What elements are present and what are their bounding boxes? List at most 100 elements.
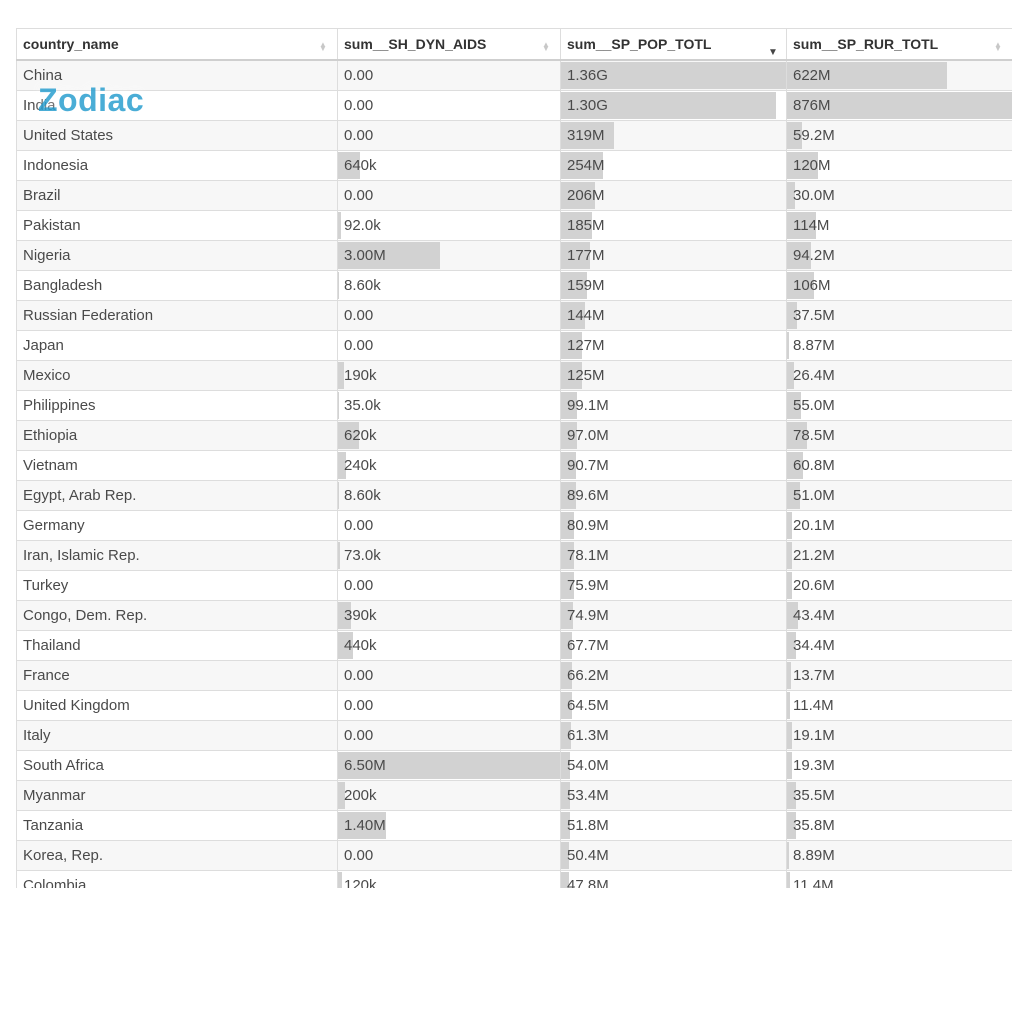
cell-value: Germany bbox=[23, 517, 85, 534]
table-row: Colombia 120k 47.8M 11.4M bbox=[16, 870, 1012, 888]
rural-population-cell: 51.0M bbox=[786, 480, 1012, 511]
cell-value: 19.3M bbox=[793, 757, 835, 774]
cell-value: 53.4M bbox=[567, 787, 609, 804]
cell-value: 30.0M bbox=[793, 187, 835, 204]
cell-value: 125M bbox=[567, 367, 605, 384]
cell-value: 99.1M bbox=[567, 397, 609, 414]
cell-value: Tanzania bbox=[23, 817, 84, 834]
cell-value: Korea, Rep. bbox=[23, 847, 104, 864]
header-row: country_name ▲ ▼ sum__SH_DYN_AIDS ▲ ▼ sum_… bbox=[16, 28, 1012, 61]
cell-value: 622M bbox=[793, 67, 831, 84]
country-name-cell: Thailand bbox=[16, 630, 338, 661]
sort-both-icon[interactable]: ▲ ▼ bbox=[994, 41, 1002, 53]
population-cell: 319M bbox=[560, 120, 787, 151]
country-name-cell: Turkey bbox=[16, 570, 338, 601]
rural-population-cell: 876M bbox=[786, 90, 1012, 121]
column-header-label: sum__SH_DYN_AIDS bbox=[344, 36, 487, 52]
population-cell: 47.8M bbox=[560, 870, 787, 888]
cell-value: 120M bbox=[793, 157, 831, 174]
rural-population-cell: 19.3M bbox=[786, 750, 1012, 781]
cell-value: 50.4M bbox=[567, 847, 609, 864]
cell-value: 73.0k bbox=[344, 547, 381, 564]
rural-population-cell: 11.4M bbox=[786, 690, 1012, 721]
data-table-container[interactable]: country_name ▲ ▼ sum__SH_DYN_AIDS ▲ ▼ sum_… bbox=[16, 28, 1012, 888]
cell-value: 200k bbox=[344, 787, 377, 804]
cell-value: 177M bbox=[567, 247, 605, 264]
aids-cell: 35.0k bbox=[337, 390, 561, 421]
rural-population-cell: 19.1M bbox=[786, 720, 1012, 751]
table-row: South Africa 6.50M 54.0M 19.3M bbox=[16, 750, 1012, 781]
country-name-cell: Philippines bbox=[16, 390, 338, 421]
rural-population-cell: 37.5M bbox=[786, 300, 1012, 331]
population-cell: 67.7M bbox=[560, 630, 787, 661]
aids-cell: 440k bbox=[337, 630, 561, 661]
cell-value: 120k bbox=[344, 877, 377, 888]
cell-value: 114M bbox=[793, 217, 830, 234]
cell-value: 35.8M bbox=[793, 817, 835, 834]
rural-population-cell: 35.5M bbox=[786, 780, 1012, 811]
column-header-sum-sp-pop-totl[interactable]: sum__SP_POP_TOTL ▼ bbox=[560, 28, 787, 61]
population-cell: 64.5M bbox=[560, 690, 787, 721]
cell-value: 3.00M bbox=[344, 247, 386, 264]
column-header-sum-sh-dyn-aids[interactable]: sum__SH_DYN_AIDS ▲ ▼ bbox=[337, 28, 561, 61]
country-name-cell: Tanzania bbox=[16, 810, 338, 841]
cell-value: 92.0k bbox=[344, 217, 381, 234]
rural-population-cell: 20.1M bbox=[786, 510, 1012, 541]
country-name-cell: Italy bbox=[16, 720, 338, 751]
column-header-country-name[interactable]: country_name ▲ ▼ bbox=[16, 28, 338, 61]
aids-cell: 240k bbox=[337, 450, 561, 481]
rural-population-cell: 35.8M bbox=[786, 810, 1012, 841]
sort-both-icon[interactable]: ▲ ▼ bbox=[319, 41, 327, 53]
table-row: Philippines 35.0k 99.1M 55.0M bbox=[16, 390, 1012, 421]
population-cell: 90.7M bbox=[560, 450, 787, 481]
population-cell: 185M bbox=[560, 210, 787, 241]
cell-value: 94.2M bbox=[793, 247, 835, 264]
aids-cell: 620k bbox=[337, 420, 561, 451]
country-name-cell: France bbox=[16, 660, 338, 691]
table-row: Thailand 440k 67.7M 34.4M bbox=[16, 630, 1012, 661]
country-name-cell: Russian Federation bbox=[16, 300, 338, 331]
aids-cell: 0.00 bbox=[337, 59, 561, 91]
table-row: Italy 0.00 61.3M 19.1M bbox=[16, 720, 1012, 751]
table-row: United States 0.00 319M 59.2M bbox=[16, 120, 1012, 151]
country-name-cell: Congo, Dem. Rep. bbox=[16, 600, 338, 631]
table-header: country_name ▲ ▼ sum__SH_DYN_AIDS ▲ ▼ sum_… bbox=[16, 28, 1012, 61]
population-cell: 99.1M bbox=[560, 390, 787, 421]
aids-cell: 190k bbox=[337, 360, 561, 391]
cell-value: 0.00 bbox=[344, 697, 374, 714]
column-header-sum-sp-rur-totl[interactable]: sum__SP_RUR_TOTL ▲ ▼ bbox=[786, 28, 1012, 61]
cell-value: 390k bbox=[344, 607, 377, 624]
table-row: Turkey 0.00 75.9M 20.6M bbox=[16, 570, 1012, 601]
population-cell: 61.3M bbox=[560, 720, 787, 751]
cell-value: South Africa bbox=[23, 757, 104, 774]
population-cell: 54.0M bbox=[560, 750, 787, 781]
cell-value: 19.1M bbox=[793, 727, 835, 744]
cell-value: 37.5M bbox=[793, 307, 835, 324]
table-row: Myanmar 200k 53.4M 35.5M bbox=[16, 780, 1012, 811]
cell-value: Russian Federation bbox=[23, 307, 154, 324]
cell-value: United Kingdom bbox=[23, 697, 130, 714]
sort-descending-icon[interactable]: ▼ bbox=[768, 48, 778, 58]
rural-population-cell: 43.4M bbox=[786, 600, 1012, 631]
cell-value: 0.00 bbox=[344, 307, 374, 324]
rural-population-cell: 20.6M bbox=[786, 570, 1012, 601]
rural-population-cell: 106M bbox=[786, 270, 1012, 301]
cell-value: 67.7M bbox=[567, 637, 609, 654]
cell-value: 876M bbox=[793, 97, 831, 114]
cell-value: 51.0M bbox=[793, 487, 835, 504]
rural-population-cell: 13.7M bbox=[786, 660, 1012, 691]
rural-population-cell: 78.5M bbox=[786, 420, 1012, 451]
cell-value: Nigeria bbox=[23, 247, 71, 264]
cell-value: 80.9M bbox=[567, 517, 609, 534]
country-name-cell: Bangladesh bbox=[16, 270, 338, 301]
sort-both-icon[interactable]: ▲ ▼ bbox=[542, 41, 550, 53]
cell-value: Mexico bbox=[23, 367, 71, 384]
country-name-cell: Vietnam bbox=[16, 450, 338, 481]
cell-value: 6.50M bbox=[344, 757, 386, 774]
aids-cell: 0.00 bbox=[337, 510, 561, 541]
cell-value: 47.8M bbox=[567, 877, 609, 888]
cell-value: Japan bbox=[23, 337, 64, 354]
table-row: India 0.00 1.30G 876M bbox=[16, 90, 1012, 121]
aids-cell: 73.0k bbox=[337, 540, 561, 571]
cell-value: 106M bbox=[793, 277, 831, 294]
